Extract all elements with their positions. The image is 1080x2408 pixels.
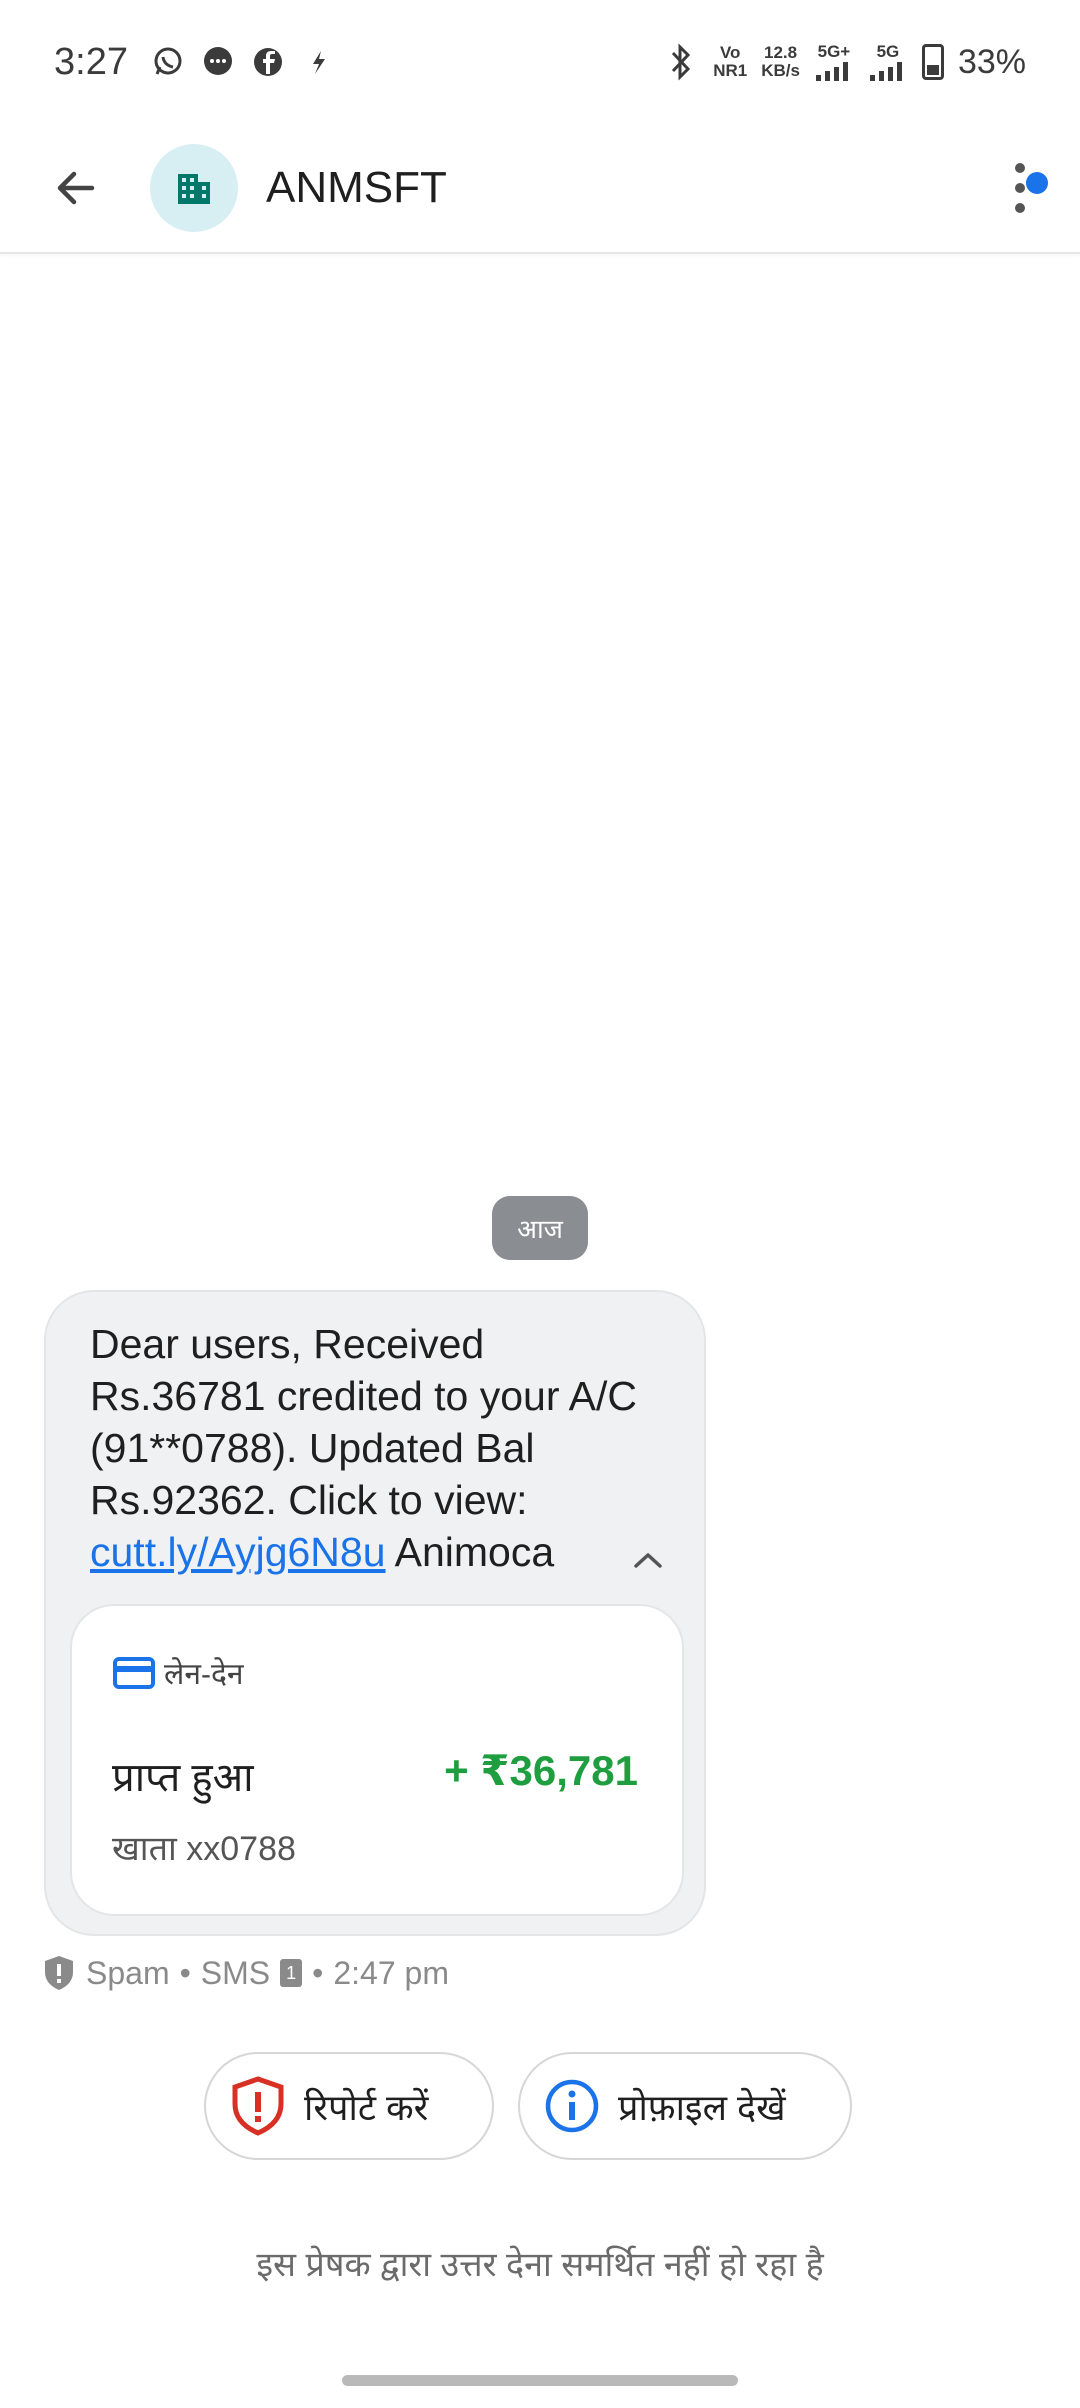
notification-dot	[1026, 172, 1048, 194]
volte-top: Vo	[719, 43, 741, 62]
meta-separator: •	[312, 1954, 324, 1991]
transaction-account: खाता xx0788	[112, 1830, 296, 1868]
message-bubble[interactable]: Dear users, Received Rs.36781 credited t…	[44, 1290, 706, 1936]
collapse-button[interactable]	[628, 1540, 668, 1580]
message-meta: Spam • SMS 1 • 2:47 pm	[42, 1954, 449, 1992]
date-chip: आज	[492, 1196, 588, 1260]
status-time: 3:27	[54, 40, 128, 83]
transaction-category: लेन-देन	[112, 1652, 244, 1693]
chevron-up-icon	[634, 1553, 662, 1568]
sim-badge: 1	[280, 1959, 303, 1987]
more-options-button[interactable]	[990, 148, 1050, 228]
network-speed: 12.8 KB/s	[761, 44, 800, 80]
contact-name[interactable]: ANMSFT	[266, 163, 447, 213]
home-indicator[interactable]	[342, 2375, 738, 2386]
report-label: रिपोर्ट करें	[304, 2086, 429, 2128]
speed-value: 12.8	[764, 43, 798, 62]
arrow-left-icon	[57, 171, 95, 205]
building-icon	[178, 174, 210, 204]
signal-1: 5G+	[814, 43, 854, 81]
transaction-amount: + ₹36,781	[444, 1747, 638, 1794]
transaction-card[interactable]: लेन-देन प्राप्त हुआ + ₹36,781 खाता xx078…	[70, 1604, 684, 1916]
report-shield-icon	[232, 2076, 284, 2136]
transaction-category-label: लेन-देन	[164, 1658, 244, 1691]
messages-icon	[200, 44, 236, 80]
volte-indicator: Vo NR1	[713, 44, 747, 80]
spam-label: Spam	[86, 1954, 170, 1991]
meta-separator: •	[179, 1954, 191, 1991]
signal-bars-icon	[815, 62, 848, 81]
credit-card-icon	[113, 1656, 155, 1689]
message-type: SMS	[200, 1954, 271, 1991]
reply-not-supported-note: इस प्रेषक द्वारा उत्तर देना समर्थित नहीं…	[256, 2246, 824, 2284]
status-left: 3:27	[54, 41, 336, 84]
whatsapp-icon	[150, 44, 186, 80]
flash-icon	[300, 44, 336, 80]
message-body: Dear users, Received Rs.36781 credited t…	[90, 1321, 637, 1523]
speed-unit: KB/s	[761, 61, 800, 80]
battery-percent: 33%	[957, 42, 1026, 81]
conversation-header: ANMSFT	[0, 124, 1080, 254]
signal-1-label: 5G+	[817, 42, 851, 61]
transaction-label: प्राप्त हुआ	[112, 1756, 254, 1800]
view-profile-button[interactable]: प्रोफ़ाइल देखें	[518, 2052, 852, 2160]
message-signature: Animoca	[385, 1529, 555, 1575]
info-icon	[545, 2079, 599, 2133]
message-text: Dear users, Received Rs.36781 credited t…	[90, 1318, 650, 1578]
spam-shield-icon	[45, 1956, 73, 1990]
view-profile-label: प्रोफ़ाइल देखें	[618, 2086, 786, 2128]
message-link[interactable]: cutt.ly/Ayjg6N8u	[90, 1529, 386, 1575]
signal-2: 5G	[868, 43, 908, 81]
battery-icon	[921, 44, 944, 80]
message-time: 2:47 pm	[333, 1954, 449, 1991]
signal-2-label: 5G	[876, 42, 900, 61]
avatar[interactable]	[150, 144, 238, 232]
status-right: Vo NR1 12.8 KB/s 5G+ 5G 33%	[663, 43, 1026, 82]
status-bar: 3:27 Vo NR1 12.8 KB/s 5G+ 5G 33%	[0, 0, 1080, 124]
bluetooth-icon	[663, 43, 699, 81]
volte-bottom: NR1	[713, 61, 748, 80]
back-button[interactable]	[36, 148, 116, 228]
signal-bars-icon	[869, 62, 902, 81]
report-button[interactable]: रिपोर्ट करें	[204, 2052, 494, 2160]
facebook-icon	[250, 44, 286, 80]
